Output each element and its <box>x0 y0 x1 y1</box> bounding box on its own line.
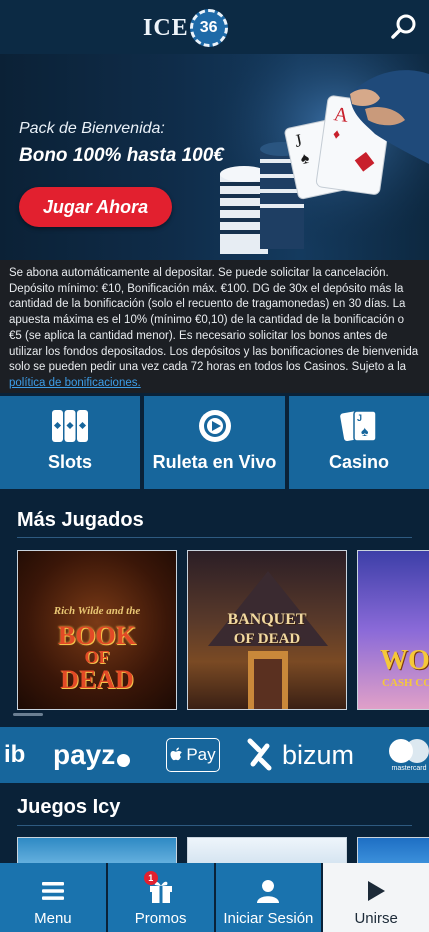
icy-games-carousel <box>17 837 429 863</box>
category-label: Casino <box>328 452 389 472</box>
logo-number: 36 <box>199 19 218 36</box>
section-title-most-played: Más Jugados <box>17 509 144 531</box>
mastercard-logo: mastercard <box>386 727 429 783</box>
apple-icon <box>170 747 183 761</box>
playing-cards-icon: J ♠ <box>340 410 377 442</box>
bonus-policy-link[interactable]: política de bonificaciones. <box>9 377 141 389</box>
play-icon <box>368 881 386 901</box>
bizum-text: bizum <box>282 739 355 770</box>
nav-label: Unirse <box>354 910 398 927</box>
game-tile-banquet-of-dead[interactable]: BANQUET OF DEAD <box>187 550 347 710</box>
logo[interactable]: ICE 36 <box>143 8 228 48</box>
terms-text: Se abona automáticamente al depositar. S… <box>9 267 419 374</box>
bonus-terms: Se abona automáticamente al depositar. S… <box>0 260 429 393</box>
game-tile-book-of-dead[interactable]: Rich Wilde and the BOOK OF DEAD <box>17 550 177 710</box>
payz-text: payz <box>53 739 116 770</box>
slot-cards-icon <box>52 410 88 442</box>
icy-game-tile[interactable] <box>187 837 347 863</box>
section-divider <box>17 825 412 826</box>
user-icon <box>257 880 280 903</box>
nav-menu[interactable]: Menu <box>0 863 106 932</box>
hero-casino-illustration: J ♠ A ♦ <box>200 54 429 260</box>
bizum-logo: bizum <box>247 727 354 783</box>
payment-partial-logo: ib <box>4 741 26 768</box>
category-label: Slots <box>47 452 92 472</box>
logo-chip: 36 <box>189 9 228 47</box>
promos-badge: 1 <box>143 871 158 885</box>
search-icon <box>391 14 416 39</box>
payz-dot <box>117 753 131 767</box>
category-label: Ruleta en Vivo <box>152 452 277 472</box>
most-played-carousel: Rich Wilde and the BOOK OF DEAD BANQUET … <box>17 550 429 710</box>
category-slots[interactable]: Slots <box>0 396 140 489</box>
game-title: CASH CO <box>382 677 429 689</box>
nav-label: Menu <box>34 910 72 927</box>
svg-text:J: J <box>357 413 362 423</box>
logo-text: ICE <box>143 14 189 41</box>
icy-game-tile[interactable] <box>17 837 177 863</box>
hero-title: Bono 100% hasta 100€ <box>19 145 224 166</box>
game-title: OF DEAD <box>233 631 301 647</box>
search-button[interactable] <box>390 13 418 41</box>
hero-banner: J ♠ A ♦ Pack de Bienvenida: Bono 100% ha… <box>0 54 429 260</box>
play-now-button[interactable]: Jugar Ahora <box>19 187 172 227</box>
game-title: DEAD <box>60 665 134 694</box>
section-title-icy-games: Juegos Icy <box>17 796 121 818</box>
bottom-navigation: Menu 1 Promos Iniciar Sesión Unirse <box>0 863 429 932</box>
hero-subtitle: Pack de Bienvenida: <box>19 120 165 137</box>
hamburger-icon <box>41 882 64 900</box>
roulette-icon <box>198 410 231 442</box>
carousel-scroll-indicator[interactable] <box>13 713 43 716</box>
category-tiles: Slots Ruleta en Vivo J ♠ Casino <box>0 396 429 489</box>
nav-join[interactable]: Unirse <box>323 863 429 932</box>
mastercard-icon <box>389 739 429 763</box>
nav-promos[interactable]: 1 Promos <box>107 863 214 932</box>
payment-methods-strip: ib payz Pay bizum mastercard <box>0 727 429 783</box>
category-casino[interactable]: J ♠ Casino <box>289 396 429 489</box>
game-title: BANQUET <box>227 611 307 628</box>
section-divider <box>17 537 412 538</box>
game-title: WO <box>380 645 429 676</box>
payz-logo: payz <box>53 727 131 783</box>
bizum-icon <box>247 738 272 771</box>
game-subtitle: Rich Wilde and the <box>53 605 141 617</box>
header: ICE 36 <box>0 0 429 54</box>
category-live-roulette[interactable]: Ruleta en Vivo <box>144 396 285 489</box>
icy-game-tile[interactable] <box>357 837 429 863</box>
nav-label: Iniciar Sesión <box>223 910 314 927</box>
svg-text:♠: ♠ <box>361 423 369 439</box>
nav-label: Promos <box>134 910 187 927</box>
nav-login[interactable]: Iniciar Sesión <box>215 863 322 932</box>
game-tile-wolf-cash[interactable]: WO CASH CO <box>357 550 429 710</box>
apple-pay-logo: Pay <box>166 727 220 783</box>
mastercard-text: mastercard <box>391 765 427 772</box>
apple-pay-text: Pay <box>186 745 216 764</box>
